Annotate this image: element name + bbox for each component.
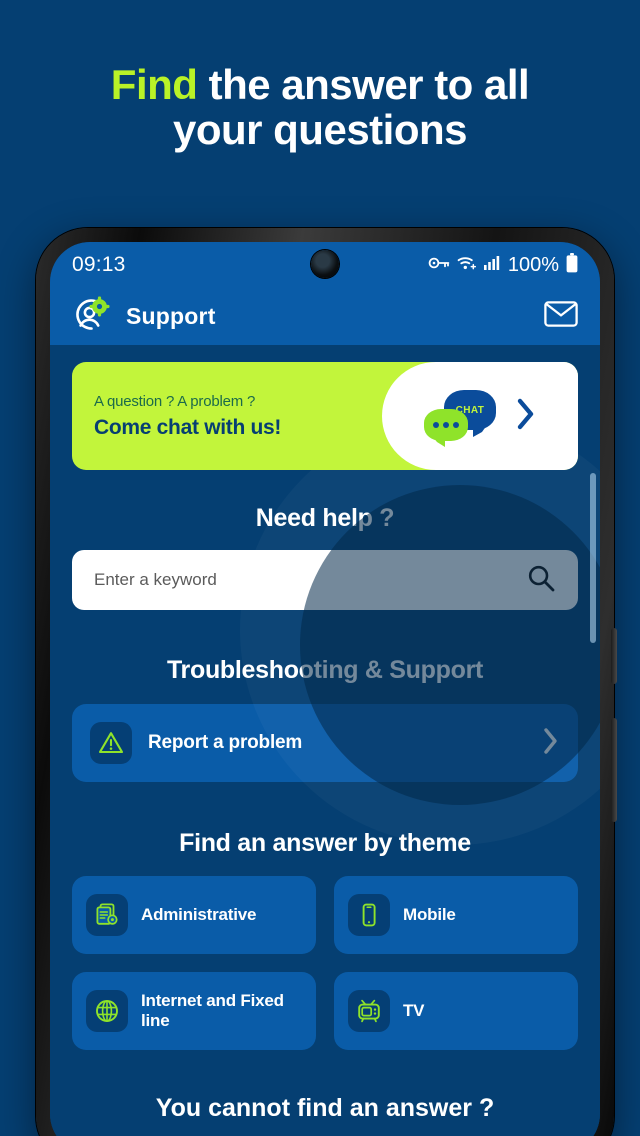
- search-bar[interactable]: [72, 550, 578, 610]
- content-scroll-area[interactable]: A question ? A problem ? Come chat with …: [50, 345, 600, 1136]
- themes-grid: Administrative Mobile Internet and Fixed…: [72, 876, 578, 1050]
- theme-card-tv[interactable]: TV: [334, 972, 578, 1050]
- report-a-problem-label: Report a problem: [148, 732, 303, 753]
- chat-banner-action[interactable]: CHAT: [382, 362, 578, 470]
- chat-banner[interactable]: A question ? A problem ? Come chat with …: [72, 362, 578, 470]
- status-bar: 09:13 100%: [50, 242, 600, 288]
- key-icon: [428, 256, 450, 275]
- promo-highlight: Find: [110, 61, 198, 108]
- document-gear-icon: [86, 894, 128, 936]
- globe-icon: [86, 990, 128, 1032]
- vertical-scrollbar[interactable]: [590, 473, 596, 643]
- phone-screen: 09:13 100% Support A question ? A proble…: [50, 242, 600, 1136]
- television-icon: [348, 990, 390, 1032]
- cannot-find-answer-heading: You cannot find an answer ?: [155, 1094, 495, 1122]
- support-agent-icon[interactable]: [72, 295, 110, 338]
- theme-label-internet-and-fixed-line: Internet and Fixed line: [141, 990, 284, 1030]
- battery-icon: [566, 252, 578, 278]
- wifi-icon: [457, 255, 477, 276]
- themes-heading: Find an answer by theme: [179, 829, 471, 857]
- theme-label-administrative: Administrative: [141, 904, 257, 924]
- front-camera-punch-hole: [311, 250, 339, 278]
- promo-line-1: Find the answer to all: [0, 62, 640, 107]
- search-input[interactable]: [94, 570, 526, 590]
- mail-icon[interactable]: [544, 301, 578, 332]
- phone-power-button[interactable]: [611, 718, 617, 822]
- search-icon[interactable]: [526, 563, 556, 598]
- chevron-right-icon[interactable]: [542, 727, 560, 760]
- promo-line-2: your questions: [172, 106, 468, 154]
- troubleshooting-heading: Troubleshooting & Support: [166, 656, 484, 684]
- theme-card-internet-and-fixed-line[interactable]: Internet and Fixed line: [72, 972, 316, 1050]
- promo-rest: the answer to all: [197, 61, 530, 108]
- screenshot-root: Find the answer to all your questions 09…: [0, 0, 640, 1136]
- theme-card-administrative[interactable]: Administrative: [72, 876, 316, 954]
- theme-card-mobile[interactable]: Mobile: [334, 876, 578, 954]
- phone-volume-button[interactable]: [611, 628, 617, 684]
- smartphone-icon: [348, 894, 390, 936]
- chat-bubbles-icon: CHAT: [424, 390, 498, 447]
- chat-banner-subtitle: A question ? A problem ?: [94, 392, 256, 410]
- theme-label-mobile: Mobile: [403, 904, 456, 924]
- status-time: 09:13: [72, 253, 126, 276]
- cellular-signal-icon: [483, 255, 501, 275]
- phone-frame: 09:13 100% Support A question ? A proble…: [36, 228, 617, 1136]
- promo-headline: Find the answer to all your questions: [0, 62, 640, 153]
- chat-banner-title: Come chat with us!: [94, 415, 282, 439]
- report-a-problem-row[interactable]: Report a problem: [72, 704, 578, 782]
- battery-percent-label: 100%: [507, 253, 559, 276]
- page-title: Support: [126, 303, 216, 329]
- chevron-right-icon[interactable]: [516, 398, 536, 435]
- need-help-heading: Need help ?: [255, 504, 395, 532]
- warning-triangle-icon: [90, 722, 132, 764]
- app-bar: Support: [50, 288, 600, 345]
- theme-label-tv: TV: [403, 1000, 425, 1020]
